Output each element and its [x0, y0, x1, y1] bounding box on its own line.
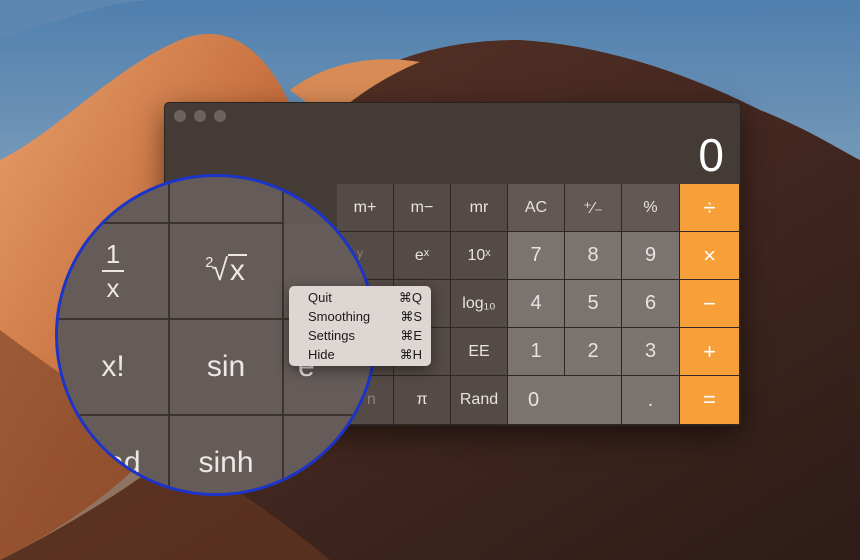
- key-6[interactable]: 6: [622, 280, 680, 328]
- key-divide[interactable]: ÷: [680, 184, 740, 232]
- key-m-minus[interactable]: m−: [394, 184, 451, 232]
- menu-item-shortcut: ⌘S: [400, 309, 422, 324]
- key-2[interactable]: 2: [565, 328, 622, 376]
- key-pi[interactable]: π: [394, 376, 451, 425]
- key-multiply[interactable]: ×: [680, 232, 740, 280]
- menu-item-label: Settings: [308, 328, 355, 343]
- zoom-key-bottom-right: [284, 416, 374, 493]
- traffic-lights: [174, 110, 226, 122]
- key-rand[interactable]: Rand: [451, 376, 508, 425]
- key-ten-power-x[interactable]: 10ˣ: [451, 232, 508, 280]
- zoom-key-top-left: [58, 177, 170, 224]
- menu-item-label: Quit: [308, 290, 332, 305]
- zoom-key-sin: sin: [170, 320, 284, 416]
- key-9[interactable]: 9: [622, 232, 680, 280]
- menu-item-shortcut: ⌘Q: [398, 290, 422, 305]
- menu-item-label: Smoothing: [308, 309, 371, 324]
- reciprocal-numerator: 1: [105, 239, 121, 269]
- key-3[interactable]: 3: [622, 328, 680, 376]
- zoom-key-sinh: sinh: [170, 416, 284, 493]
- key-log10[interactable]: log₁₀: [451, 280, 508, 328]
- key-percent[interactable]: %: [622, 184, 680, 232]
- zoom-key-rad: Rad: [58, 416, 170, 493]
- key-7[interactable]: 7: [508, 232, 565, 280]
- menu-item-shortcut: ⌘H: [399, 347, 422, 362]
- reciprocal-denominator: x: [106, 273, 120, 303]
- menu-item-label: Hide: [308, 347, 335, 362]
- zoom-button[interactable]: [214, 110, 226, 122]
- key-1[interactable]: 1: [508, 328, 565, 376]
- minimize-button[interactable]: [194, 110, 206, 122]
- zoom-key-square-root: 2 √ x: [170, 224, 284, 320]
- key-4[interactable]: 4: [508, 280, 565, 328]
- key-5[interactable]: 5: [565, 280, 622, 328]
- key-plus[interactable]: +: [680, 328, 740, 376]
- zoom-key-reciprocal: 1 x: [58, 224, 170, 320]
- context-menu: Quit ⌘Q Smoothing ⌘S Settings ⌘E Hide ⌘H: [289, 286, 431, 366]
- key-minus[interactable]: −: [680, 280, 740, 328]
- key-0[interactable]: 0: [508, 376, 622, 425]
- menu-item-smoothing[interactable]: Smoothing ⌘S: [308, 307, 422, 326]
- menu-item-hide[interactable]: Hide ⌘H: [308, 345, 422, 364]
- fraction-bar: [102, 270, 124, 272]
- zoom-key-factorial: x!: [58, 320, 170, 416]
- radical-sign-icon: √: [211, 254, 228, 287]
- menu-item-shortcut: ⌘E: [400, 328, 422, 343]
- menu-item-quit[interactable]: Quit ⌘Q: [308, 288, 422, 307]
- root-radicand: x: [227, 254, 247, 287]
- key-plus-minus[interactable]: ⁺∕₋: [565, 184, 622, 232]
- zoom-key-top-right: [170, 177, 284, 224]
- menu-item-settings[interactable]: Settings ⌘E: [308, 326, 422, 345]
- display-value: 0: [698, 129, 724, 181]
- key-decimal[interactable]: .: [622, 376, 680, 425]
- key-e-power-x[interactable]: eˣ: [394, 232, 451, 280]
- key-ee[interactable]: EE: [451, 328, 508, 376]
- key-mr[interactable]: mr: [451, 184, 508, 232]
- key-equals[interactable]: =: [680, 376, 740, 425]
- key-ac[interactable]: AC: [508, 184, 565, 232]
- close-button[interactable]: [174, 110, 186, 122]
- key-8[interactable]: 8: [565, 232, 622, 280]
